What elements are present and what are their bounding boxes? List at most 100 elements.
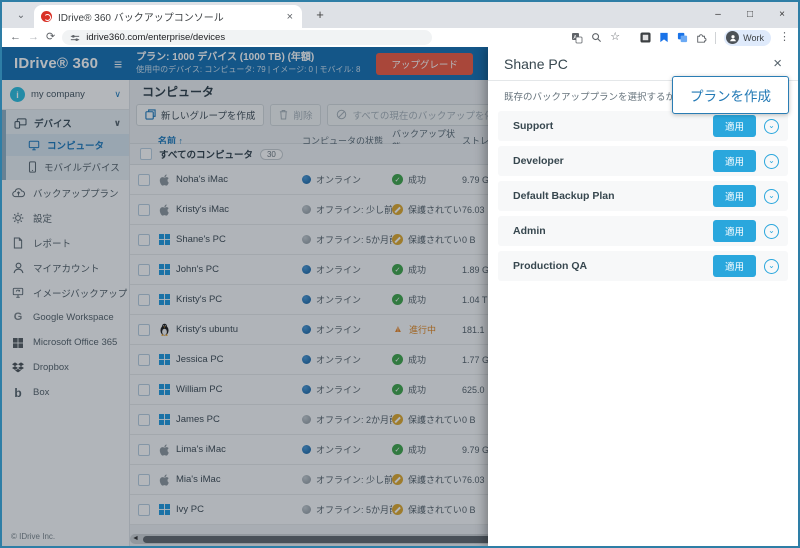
apple-icon [158,474,171,486]
search-icon[interactable] [591,32,602,43]
extension-icon-1[interactable] [640,32,651,43]
computer-status: オンライン [316,353,361,366]
backup-status: 成功 [408,263,426,276]
extension-icon-3[interactable] [677,32,688,43]
url-text: idrive360.com/enterprise/devices [86,32,225,43]
toolbar-button[interactable]: すべての現在のバックアップを停止 [327,104,512,126]
site-settings-icon[interactable] [70,33,80,43]
close-window-button[interactable]: × [766,2,798,26]
stop-icon [336,109,347,120]
apply-plan-button[interactable]: 適用 [713,185,756,207]
image-backup-icon [11,287,25,299]
devices-section: デバイス ∨ コンピュータモバイルデバイス [2,110,129,180]
row-checkbox[interactable] [138,174,150,186]
account-icon [11,262,25,274]
unprotected-icon [392,204,403,215]
sidebar-item[interactable]: レポート [2,230,129,255]
sidebar-item[interactable]: Dropbox [2,355,129,380]
row-checkbox[interactable] [138,474,150,486]
sidebar-item[interactable]: bBox [2,380,129,405]
create-plan-button[interactable]: プランを作成 [672,76,789,114]
apple-icon [158,174,171,186]
expand-plan-icon[interactable]: ⌄ [764,189,779,204]
tab-close-icon[interactable]: × [285,11,295,23]
tab-search-button[interactable]: ⌄ [8,6,34,24]
backup-status: 成功 [408,173,426,186]
plan-line: プラン: 1000 デバイス (1000 TB) (年額) [136,52,360,65]
online-status-icon [302,445,311,454]
apply-plan-button[interactable]: 適用 [713,150,756,172]
sidebar-item[interactable]: イメージバックアップ? [2,280,129,305]
row-checkbox[interactable] [138,264,150,276]
plan-card: Production QA適用⌄ [498,251,788,281]
backup-status: 保護されていません [408,233,462,246]
company-selector[interactable]: i my company ∨ [2,80,129,110]
computer-status: オンライン [316,323,361,336]
scroll-left-icon[interactable]: ◄ [132,535,139,542]
apply-plan-button[interactable]: 適用 [713,255,756,277]
idrive-favicon [41,11,52,22]
panel-subtitle: 既存のバックアッププランを選択するか、新しいプランを作 [504,89,690,103]
expand-plan-icon[interactable]: ⌄ [764,119,779,134]
device-name: James PC [176,414,220,425]
device-plan-panel: Shane PC × 既存のバックアッププランを選択するか、新しいプランを作 プ… [488,47,798,546]
toolbar-button[interactable]: 削除 [270,104,321,126]
hamburger-menu-icon[interactable]: ≡ [114,56,122,72]
computer-status: オフライン: 少し前 [316,203,392,216]
sidebar-item-mobile-devices[interactable]: モバイルデバイス [6,156,129,178]
panel-close-icon[interactable]: × [773,55,782,72]
row-checkbox[interactable] [138,324,150,336]
computer-status: オンライン [316,443,361,456]
sidebar-item-computers[interactable]: コンピュータ [6,134,129,156]
browser-window: ⌄ IDrive® 360 バックアップコンソール × + – □ × ← → … [0,0,800,548]
upgrade-button[interactable]: アップグレード [376,53,473,75]
address-bar[interactable]: idrive360.com/enterprise/devices [62,30,432,45]
browser-tab[interactable]: IDrive® 360 バックアップコンソール × [34,5,302,28]
row-checkbox[interactable] [138,414,150,426]
row-checkbox[interactable] [138,294,150,306]
chevron-down-icon: ∨ [114,89,121,100]
success-icon: ✓ [392,294,403,305]
expand-plan-icon[interactable]: ⌄ [764,154,779,169]
row-checkbox[interactable] [138,504,150,516]
expand-plan-icon[interactable]: ⌄ [764,224,779,239]
toolbar-button[interactable]: 新しいグループを作成 [136,104,264,126]
minimize-button[interactable]: – [702,2,734,26]
extensions-puzzle-icon[interactable] [696,32,707,43]
row-checkbox[interactable] [138,444,150,456]
online-status-icon [302,295,311,304]
sidebar-item-devices[interactable]: デバイス ∨ [6,112,129,134]
sidebar-item[interactable]: マイアカウント [2,255,129,280]
expand-plan-icon[interactable]: ⌄ [764,259,779,274]
new-tab-button[interactable]: + [310,4,330,24]
row-checkbox[interactable] [138,234,150,246]
plan-name: Default Backup Plan [513,190,615,202]
maximize-button[interactable]: □ [734,2,766,26]
profile-chip[interactable]: Work [724,30,771,46]
row-checkbox[interactable] [138,354,150,366]
device-name: John's PC [176,264,219,275]
sidebar-item[interactable]: バックアッププラン [2,180,129,205]
apply-plan-button[interactable]: 適用 [713,220,756,242]
translate-icon[interactable]: A [571,32,583,44]
browser-menu-icon[interactable]: ⋮ [779,32,790,43]
apply-plan-button[interactable]: 適用 [713,115,756,137]
backup-status: 保護されていません [408,203,462,216]
sidebar-item[interactable]: 設定 [2,205,129,230]
back-icon[interactable]: ← [10,32,21,43]
company-icon: i [10,87,25,102]
forward-icon[interactable]: → [28,32,39,43]
sidebar-item[interactable]: Microsoft Office 365 [2,330,129,355]
bookmark-star-icon[interactable]: ☆ [610,32,620,43]
group-checkbox[interactable] [140,148,152,160]
extension-icon-2[interactable] [659,32,669,43]
sidebar-item[interactable]: GGoogle Workspace [2,305,129,330]
device-name: Lima's iMac [176,444,226,455]
reload-icon[interactable]: ⟳ [46,32,55,43]
row-checkbox[interactable] [138,384,150,396]
idrive-logo: IDrive® 360 [2,55,114,72]
microsoft-icon [11,338,25,348]
row-checkbox[interactable] [138,204,150,216]
report-icon [11,237,25,249]
group-count-badge: 30 [260,149,283,160]
